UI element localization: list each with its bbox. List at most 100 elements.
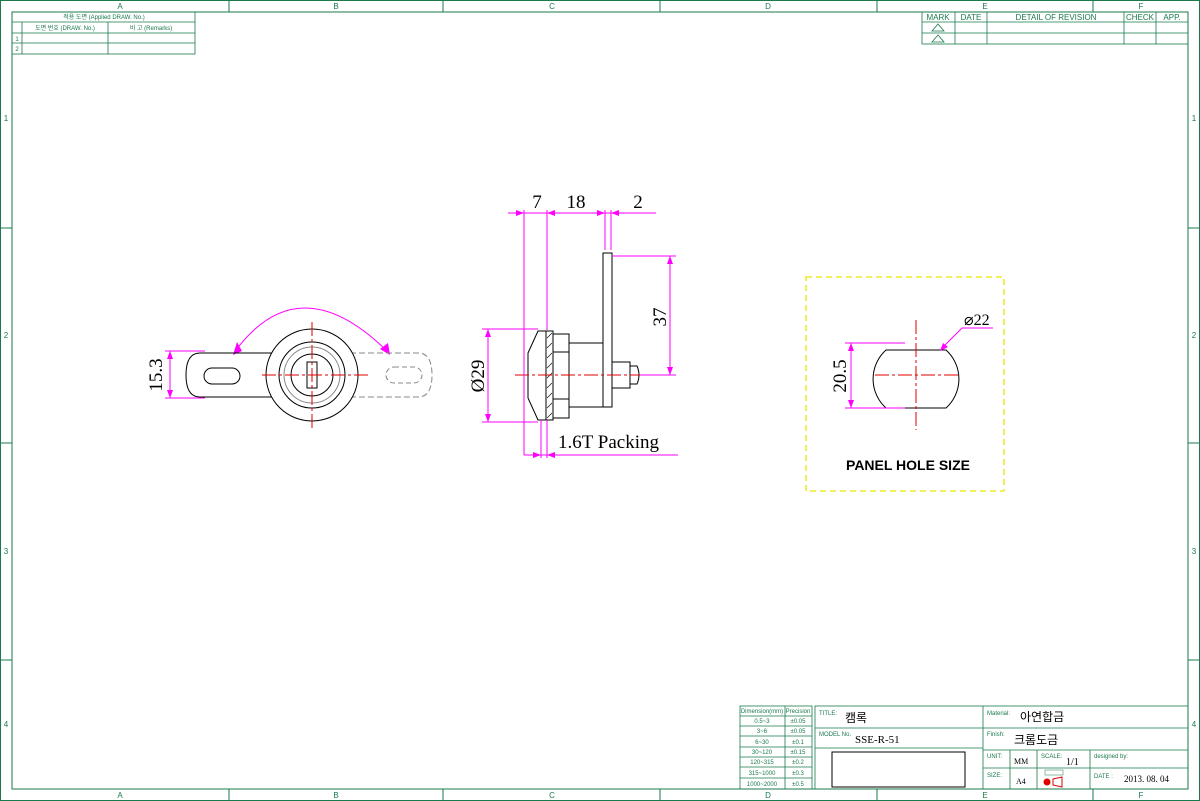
dim-arrow-icon (597, 210, 605, 216)
dim-arrow-icon (485, 414, 491, 422)
cam-slot (203, 367, 241, 385)
panel-hole-view: 20.5 ⌀22 PANEL HOLE SIZE (805, 276, 1005, 492)
drawing-sheet: A B C D E F A B C D E F 1 2 3 4 1 2 3 4 … (0, 0, 1200, 801)
tolerance-dim: 315~1000 (749, 771, 777, 777)
revision-header-detail: DETAIL OF REVISION (1016, 13, 1097, 22)
date-value: 2013. 08. 04 (1124, 774, 1170, 784)
tolerance-dim: 0.5~3 (754, 719, 770, 725)
designed-label: designed by: (1094, 754, 1128, 760)
finish-label: Finish: (987, 732, 1005, 738)
title-value: 캠록 (845, 711, 867, 725)
zone-col-bottom: C (549, 791, 555, 800)
dim-2: 2 (633, 192, 643, 213)
dim-arrow-icon (667, 367, 673, 375)
tolerance-dim: 120~315 (750, 760, 774, 766)
dim-15-3: 15.3 (146, 358, 167, 391)
zone-col-top: F (1139, 2, 1144, 11)
dim-37: 37 (650, 308, 671, 327)
material-value: 아연합금 (1020, 710, 1064, 724)
unit-value: MM (1014, 757, 1028, 766)
panel-hole-label: PANEL HOLE SIZE (846, 457, 970, 473)
dim-arrow-icon (485, 329, 491, 337)
dim-22-diameter: ⌀22 (964, 312, 990, 329)
zone-row-left: 1 (4, 114, 9, 123)
cam-arm (602, 252, 613, 408)
front-view: 15.3 (146, 307, 433, 428)
cam-slot-rotated (385, 366, 423, 384)
tolerance-dim: 6~30 (755, 740, 769, 746)
zone-row-left: 3 (4, 547, 9, 556)
zone-row-right: 1 (1192, 114, 1197, 123)
tolerance-precision: ±0.15 (791, 750, 807, 756)
revision-header-date: DATE (961, 13, 982, 22)
applied-table-row-num: 1 (15, 37, 19, 43)
scale-value: 1/1 (1066, 757, 1079, 768)
dim-packing: 1.6T Packing (558, 432, 659, 453)
dim-7: 7 (532, 192, 542, 213)
dim-arrow-icon (516, 210, 524, 216)
tolerance-dim: 1000~2000 (747, 782, 778, 788)
applied-table-row-num: 2 (15, 47, 19, 53)
projection-symbol-icon (1043, 769, 1064, 788)
dim-18: 18 (567, 192, 586, 213)
zone-col-bottom: B (333, 791, 338, 800)
material-label: Material: (987, 711, 1010, 717)
dim-arrow-icon (167, 351, 173, 359)
dim-arrow-icon (533, 452, 541, 458)
size-value: A4 (1016, 777, 1026, 786)
dim-arrow-icon (547, 452, 555, 458)
dim-arrow-icon (611, 210, 619, 216)
tolerance-precision: ±0.05 (791, 729, 807, 735)
zone-col-top: B (333, 2, 338, 11)
tolerance-precision: ±0.05 (791, 719, 807, 725)
zone-col-bottom: D (765, 791, 771, 800)
tolerance-table: Dimension(mm) Precision 0.5~3 ±0.05 3~6 … (739, 705, 813, 790)
title-block-blank-box (831, 751, 966, 788)
applied-table-title: 적용 도면 (Applied DRAW. No.) (63, 13, 145, 21)
applied-table-col-drawno: 도면 번호 (DRAW. No.) (35, 24, 95, 32)
cam-tongue (185, 352, 276, 398)
title-label: TITLE: (819, 711, 837, 717)
unit-label: UNIT: (987, 754, 1002, 760)
dim-arrow-icon (667, 256, 673, 264)
revision-header-mark: MARK (926, 13, 950, 22)
lock-nut (552, 333, 570, 419)
tolerance-precision: ±0.3 (792, 771, 804, 777)
zone-col-top: A (117, 2, 123, 11)
model-value: SSE-R-51 (855, 734, 900, 746)
tolerance-dim: 3~6 (757, 729, 768, 735)
dim-arrow-icon (848, 400, 854, 408)
tolerance-precision: ±0.5 (792, 782, 804, 788)
applied-drawing-table: 적용 도면 (Applied DRAW. No.) 도면 번호 (DRAW. N… (11, 11, 196, 55)
tolerance-header-dimension: Dimension(mm) (741, 709, 783, 715)
dim-29-diameter: Ø29 (468, 360, 489, 393)
zone-col-bottom: A (117, 791, 123, 800)
model-label: MODEL No. (819, 732, 851, 738)
dim-arrow-icon (547, 210, 555, 216)
tolerance-precision: ±0.1 (792, 740, 804, 746)
zone-row-left: 4 (4, 720, 9, 729)
side-view: 7 18 2 37 Ø29 1.6T Packing (468, 192, 678, 458)
scale-label: SCALE: (1041, 754, 1063, 760)
zone-row-right: 2 (1192, 331, 1197, 340)
zone-col-top: C (549, 2, 555, 11)
dim-arrow-icon (848, 343, 854, 351)
revision-table: MARK DATE DETAIL OF REVISION CHECK APP. (921, 11, 1189, 45)
zone-col-bottom: F (1139, 791, 1144, 800)
zone-row-right: 3 (1192, 547, 1197, 556)
zone-col-top: D (765, 2, 771, 11)
dim-20-5: 20.5 (830, 359, 851, 392)
zone-row-right: 4 (1192, 720, 1197, 729)
tolerance-dim: 30~120 (752, 750, 773, 756)
title-block: TITLE: 캠록 MODEL No. SSE-R-51 Material: 아… (814, 705, 1189, 790)
revision-header-app: APP. (1163, 13, 1180, 22)
size-label: SIZE: (987, 773, 1002, 779)
revision-header-check: CHECK (1126, 13, 1155, 22)
zone-col-bottom: E (982, 791, 987, 800)
applied-table-col-remarks: 비 고 (Remarks) (130, 24, 172, 32)
tolerance-precision: ±0.2 (792, 760, 804, 766)
dim-arrow-icon (167, 390, 173, 398)
zone-col-top: E (982, 2, 987, 11)
tolerance-header-precision: Precision (786, 709, 811, 715)
zone-row-left: 2 (4, 331, 9, 340)
